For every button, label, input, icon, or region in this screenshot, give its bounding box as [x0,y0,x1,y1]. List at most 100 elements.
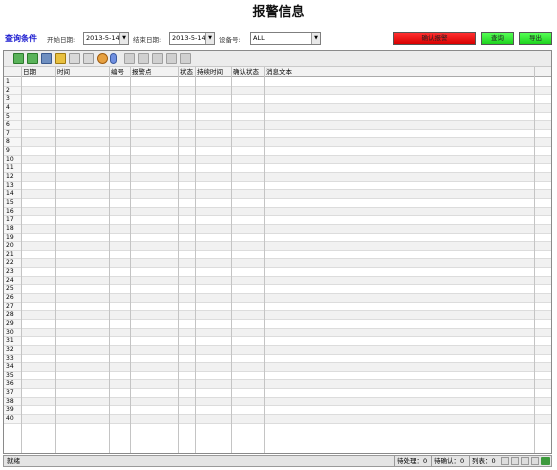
add-icon[interactable] [13,53,24,64]
row-number: 19 [4,233,22,242]
table-row[interactable]: 19 [4,233,551,243]
column-header[interactable]: 确认状态 [232,67,265,77]
table-row[interactable]: 7 [4,129,551,139]
column-header[interactable]: 状态 [179,67,196,77]
resize-grip-icon[interactable] [541,457,550,465]
row-number: 29 [4,319,22,328]
table-row[interactable]: 1 [4,78,551,87]
user-icon[interactable] [97,53,108,64]
column-divider [534,67,535,453]
table-row[interactable]: 10 [4,155,551,165]
table-row[interactable]: 9 [4,147,551,156]
row-number: 8 [4,138,22,147]
table-row[interactable]: 39 [4,406,551,415]
confirm-alarm-button[interactable]: 确认报警 [393,32,476,45]
table-row[interactable]: 26 [4,294,551,303]
row-number: 10 [4,155,22,164]
edit-icon[interactable] [69,53,80,64]
save-icon[interactable] [41,53,52,64]
table-row[interactable]: 5 [4,112,551,122]
info-icon[interactable] [110,53,117,64]
column-header[interactable]: 报警点 [131,67,179,77]
table-row[interactable]: 35 [4,371,551,381]
query-button[interactable]: 查询 [481,32,514,45]
end-date-label: 结束日期: [133,36,162,44]
start-date-picker[interactable]: 2013-5-14 ▼ [83,32,129,45]
column-header[interactable]: 时间 [56,67,110,77]
table-row[interactable]: 24 [4,276,551,286]
row-number: 31 [4,337,22,345]
table-row[interactable]: 16 [4,207,551,217]
table-row[interactable]: 27 [4,302,551,312]
row-number: 12 [4,173,22,181]
table-row[interactable]: 4 [4,103,551,113]
table-row[interactable]: 29 [4,319,551,329]
table-row[interactable]: 8 [4,138,551,148]
device-value: ALL [253,34,265,42]
column-divider [21,67,22,453]
status-ready: 就绪 [7,457,20,465]
column-header[interactable]: 日期 [22,67,56,77]
status-to-confirm: 待确认：0 [431,456,464,466]
table-row[interactable]: 6 [4,121,551,130]
status-list: 列表：0 [469,456,496,466]
move-up-icon[interactable] [124,53,135,64]
move-down-icon[interactable] [138,53,149,64]
table-row[interactable]: 2 [4,86,551,96]
row-number: 6 [4,121,22,129]
status-bar: 就绪 待处理：0 待确认：0 列表：0 [3,455,552,467]
table-row[interactable]: 18 [4,224,551,234]
add-row-icon[interactable] [27,53,38,64]
row-number: 18 [4,224,22,233]
column-header[interactable]: 编号 [110,67,131,77]
table-row[interactable]: 20 [4,242,551,251]
table-row[interactable]: 28 [4,311,551,320]
row-number: 26 [4,294,22,302]
table-row[interactable]: 34 [4,363,551,372]
table-row[interactable]: 37 [4,389,551,398]
row-number: 23 [4,268,22,276]
chevron-down-icon[interactable]: ▼ [205,33,214,44]
table-row[interactable]: 40 [4,414,551,424]
table-header: 日期 时间 编号 报警点 状态 持续时间 确认状态 消息文本 [4,67,551,77]
chevron-down-icon[interactable]: ▼ [311,33,320,44]
column-header[interactable]: 消息文本 [265,67,535,77]
column-divider [130,67,131,453]
table-row[interactable]: 3 [4,95,551,104]
table-row[interactable]: 25 [4,285,551,295]
start-date-label: 开始日期: [47,36,76,44]
column-divider [231,67,232,453]
export-button[interactable]: 导出 [519,32,552,45]
device-select[interactable]: ALL ▼ [250,32,321,45]
table-row[interactable]: 12 [4,173,551,182]
row-number: 35 [4,371,22,380]
table-row[interactable]: 31 [4,337,551,346]
table-row[interactable]: 21 [4,250,551,260]
lock-icon[interactable] [55,53,66,64]
table-row[interactable]: 33 [4,354,551,364]
end-date-picker[interactable]: 2013-5-14 ▼ [169,32,215,45]
table-row[interactable]: 36 [4,380,551,390]
row-number: 2 [4,86,22,95]
table-row[interactable]: 15 [4,198,551,208]
table-row[interactable]: 17 [4,216,551,225]
table-row[interactable]: 30 [4,328,551,338]
chevron-down-icon[interactable]: ▼ [119,33,128,44]
table-row[interactable]: 13 [4,181,551,191]
check-icon[interactable] [83,53,94,64]
table-row[interactable]: 14 [4,190,551,199]
column-divider [109,67,110,453]
table-row[interactable]: 23 [4,268,551,277]
grid-toolbar [4,51,551,67]
table-row[interactable]: 22 [4,259,551,269]
delete-icon[interactable] [180,53,191,64]
row-number: 34 [4,363,22,371]
table-row[interactable]: 11 [4,164,551,174]
column-header[interactable]: 持续时间 [196,67,232,77]
table-row[interactable]: 38 [4,397,551,407]
export-icon[interactable] [166,53,177,64]
table-row[interactable]: 32 [4,345,551,355]
row-number: 14 [4,190,22,198]
import-icon[interactable] [152,53,163,64]
row-number: 32 [4,345,22,354]
